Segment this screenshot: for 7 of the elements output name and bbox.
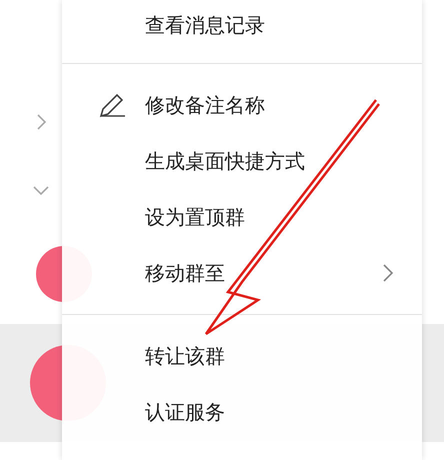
menu-item[interactable]: 设为置顶群 xyxy=(62,189,422,245)
menu-item[interactable]: 生成桌面快捷方式 xyxy=(62,133,422,189)
menu-item[interactable]: 认证服务 xyxy=(62,384,422,440)
menu-item[interactable]: 修改备注名称 xyxy=(62,77,422,133)
menu-item[interactable]: 转让该群 xyxy=(62,328,422,384)
menu-item[interactable]: 查看消息记录 xyxy=(62,0,422,50)
menu-item[interactable]: 移动群至 xyxy=(62,245,422,301)
